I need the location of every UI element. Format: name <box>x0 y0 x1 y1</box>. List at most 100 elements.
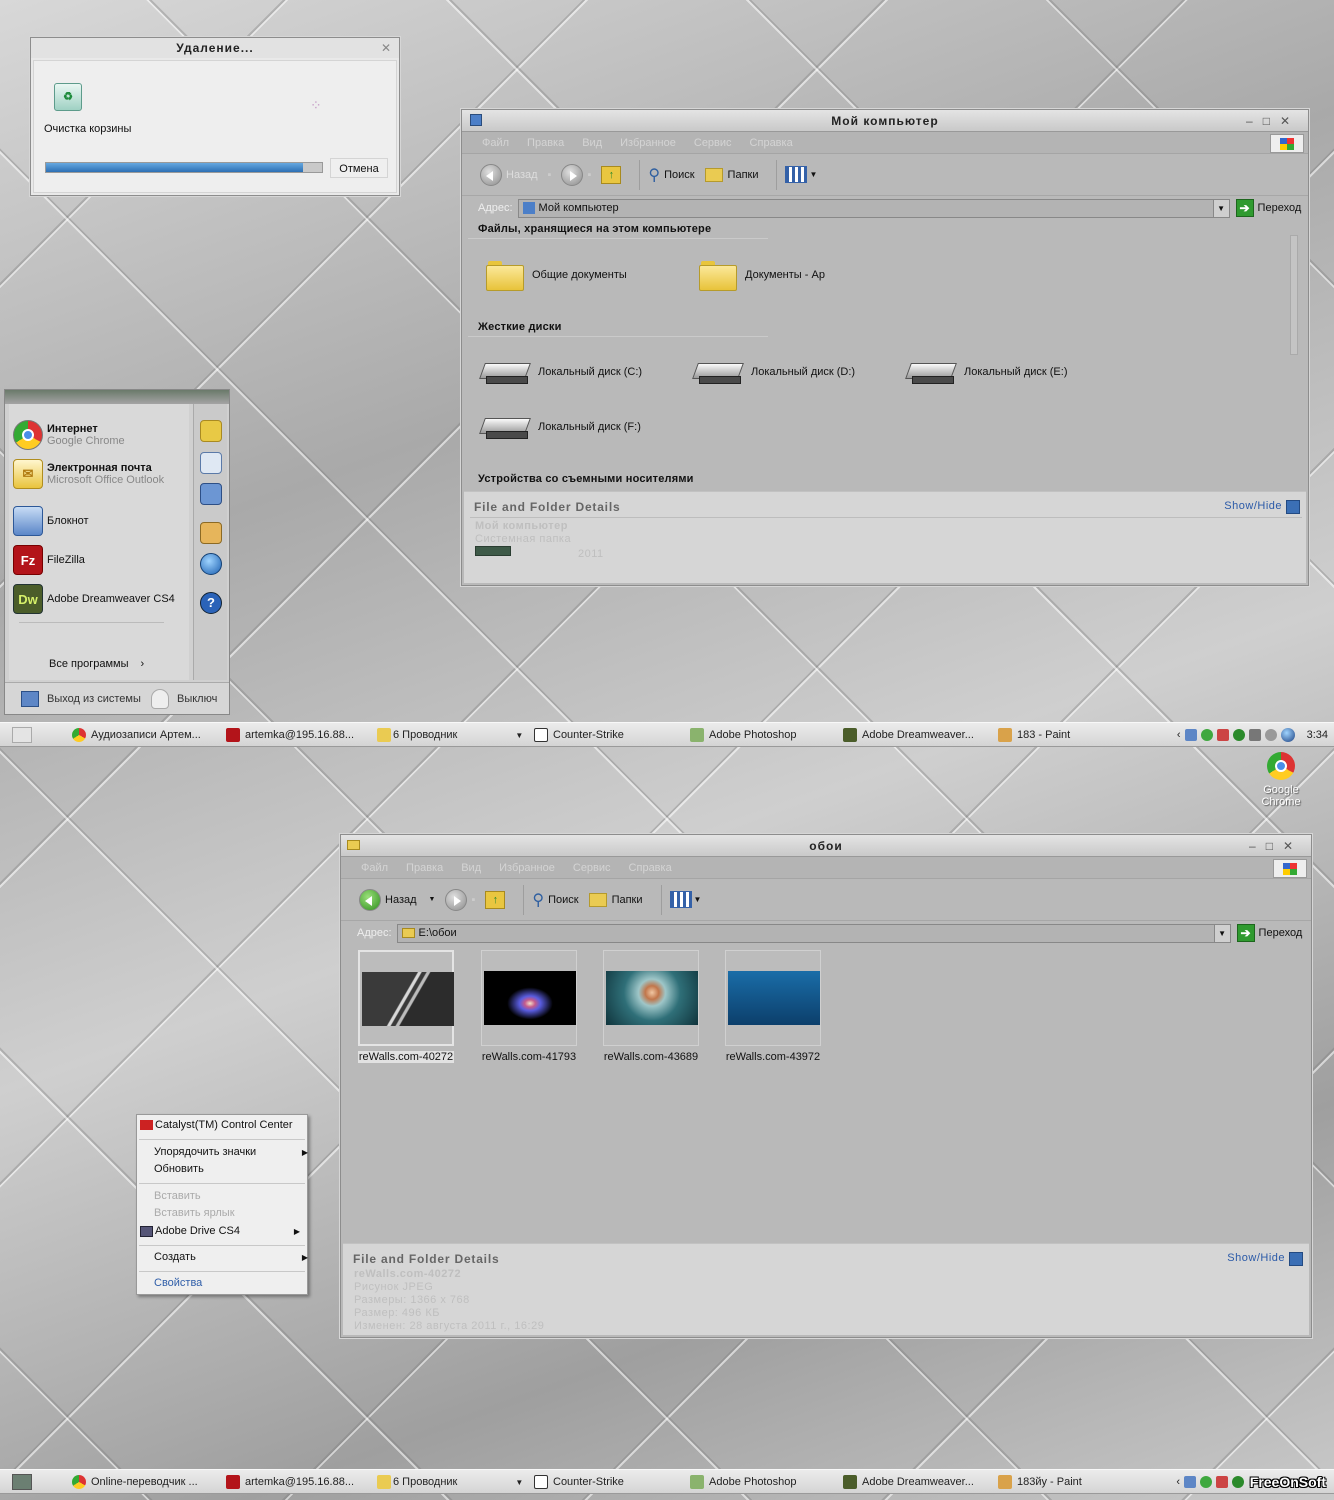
disk-f[interactable]: Локальный диск (F:) <box>482 416 641 439</box>
documents-ap-folder[interactable]: Документы - Ap <box>699 261 825 291</box>
scrollbar[interactable] <box>1290 225 1300 465</box>
search-button[interactable]: ⚲ Поиск <box>648 165 694 185</box>
icq-tray-icon[interactable] <box>1200 1476 1212 1488</box>
taskbar-item[interactable]: artemka@195.16.88... <box>226 723 354 747</box>
disk-e[interactable]: Локальный диск (E:) <box>908 361 1068 384</box>
menu-item-create[interactable]: Создать ▶ <box>154 1251 308 1263</box>
taskbar-item[interactable]: artemka@195.16.88... <box>226 1470 354 1494</box>
disk-c[interactable]: Локальный диск (C:) <box>482 361 642 384</box>
clock[interactable]: 3:34 <box>1307 729 1328 741</box>
menu-tools[interactable]: Сервис <box>694 137 732 149</box>
taskbar-item[interactable]: Adobe Dreamweaver... <box>843 1470 974 1494</box>
pictures-icon[interactable] <box>200 452 222 474</box>
thumbnail-item[interactable] <box>358 950 454 1046</box>
back-button[interactable]: Назад ▪ <box>480 163 551 186</box>
taskbar-item[interactable]: Adobe Dreamweaver... <box>843 723 974 747</box>
start-item-internet[interactable]: Интернет Google Chrome <box>13 420 125 450</box>
start-item-filezilla[interactable]: Fz FileZilla <box>13 545 85 575</box>
menu-favorites[interactable]: Избранное <box>499 862 555 874</box>
menu-item-properties[interactable]: Свойства <box>154 1277 202 1289</box>
control-panel-icon[interactable] <box>200 522 222 544</box>
up-folder-button[interactable]: ↑ <box>485 890 506 909</box>
address-field[interactable]: E:\обои ▼ <box>396 923 1231 943</box>
cancel-button[interactable]: Отмена <box>330 158 388 178</box>
taskbar-item[interactable]: 6 Проводник ▼ <box>377 723 523 747</box>
menu-item-adobe-drive[interactable]: Adobe Drive CS4 ▶ <box>140 1225 304 1237</box>
start-item-dreamweaver[interactable]: Dw Adobe Dreamweaver CS4 <box>13 584 175 614</box>
shared-documents-folder[interactable]: Общие документы <box>486 261 627 291</box>
menu-view[interactable]: Вид <box>461 862 481 874</box>
menu-help[interactable]: Справка <box>629 862 672 874</box>
back-button[interactable]: Назад ▼ <box>359 888 435 911</box>
utorrent-tray-icon[interactable] <box>1232 729 1245 741</box>
forward-button[interactable]: ▪ <box>561 163 591 186</box>
address-dropdown-icon[interactable]: ▼ <box>1212 199 1229 217</box>
taskbar-item[interactable]: Adobe Photoshop <box>690 723 796 747</box>
pin-tray-icon[interactable] <box>1216 729 1229 741</box>
forward-button[interactable]: ▪ <box>445 888 475 911</box>
help-icon[interactable]: ? <box>200 592 222 614</box>
my-computer-icon[interactable] <box>200 483 222 505</box>
utorrent-tray-icon[interactable] <box>1232 1476 1244 1488</box>
go-button[interactable]: ➔ Переход <box>1236 924 1302 942</box>
go-button[interactable]: ➔ Переход <box>1235 199 1301 217</box>
show-hide-button[interactable]: Show/Hide <box>1227 1252 1303 1266</box>
thumbnail-label[interactable]: reWalls.com-43689 <box>603 1051 699 1063</box>
network-tray-icon[interactable] <box>1184 729 1197 741</box>
menu-view[interactable]: Вид <box>582 137 602 149</box>
pin-tray-icon[interactable] <box>1216 1476 1228 1488</box>
taskbar-item[interactable]: Аудиозаписи Артем... <box>72 723 201 747</box>
thumbnail-item[interactable] <box>603 950 699 1046</box>
menu-favorites[interactable]: Избранное <box>620 137 676 149</box>
taskbar-item[interactable]: Online-переводчик ... <box>72 1470 198 1494</box>
folders-button[interactable]: Папки <box>588 892 643 907</box>
menu-item-arrange[interactable]: Упорядочить значки ▶ <box>154 1146 308 1158</box>
star-tray-icon[interactable] <box>1248 729 1261 741</box>
thumbnail-item[interactable] <box>725 950 821 1046</box>
menu-item-catalyst[interactable]: Catalyst(TM) Control Center <box>140 1119 293 1131</box>
folders-button[interactable]: Папки <box>704 167 758 182</box>
thumbnail-label[interactable]: reWalls.com-41793 <box>481 1051 577 1063</box>
menu-tools[interactable]: Сервис <box>573 862 611 874</box>
up-folder-button[interactable]: ↑ <box>601 165 622 184</box>
search-button[interactable]: ⚲ Поиск <box>532 890 578 910</box>
chevron-left-icon[interactable]: ‹ <box>1176 1476 1180 1488</box>
thumbnail-label[interactable]: reWalls.com-43972 <box>725 1051 821 1063</box>
views-button[interactable]: ▼ <box>669 891 701 908</box>
start-button[interactable] <box>12 723 32 747</box>
menu-edit[interactable]: Правка <box>527 137 564 149</box>
start-item-notepad[interactable]: Блокнот <box>13 506 89 536</box>
menu-edit[interactable]: Правка <box>406 862 443 874</box>
start-button[interactable] <box>12 1470 32 1494</box>
globe-tray-icon[interactable] <box>1280 728 1295 742</box>
taskbar-item[interactable]: Counter-Strike <box>534 723 624 747</box>
menu-item-refresh[interactable]: Обновить <box>154 1163 204 1175</box>
icq-tray-icon[interactable] <box>1200 729 1213 741</box>
taskbar-item[interactable]: 183йу - Paint <box>998 1470 1082 1494</box>
taskbar-item[interactable]: Adobe Photoshop <box>690 1470 796 1494</box>
window-controls[interactable]: –□✕ <box>1249 835 1303 857</box>
thumbnail-item[interactable] <box>481 950 577 1046</box>
views-button[interactable]: ▼ <box>785 166 817 183</box>
close-icon[interactable]: ✕ <box>381 38 391 58</box>
taskbar-item[interactable]: 183 - Paint <box>998 723 1070 747</box>
show-hide-button[interactable]: Show/Hide <box>1224 500 1300 514</box>
logout-button[interactable]: Выход из системы <box>21 691 141 707</box>
menu-help[interactable]: Справка <box>750 137 793 149</box>
shutdown-button[interactable]: Выключ <box>151 689 217 709</box>
thumbnail-label[interactable]: reWalls.com-40272 <box>358 1051 454 1063</box>
menu-file[interactable]: Файл <box>482 137 509 149</box>
all-programs-button[interactable]: Все программы › <box>49 658 144 670</box>
taskbar-item[interactable]: Counter-Strike <box>534 1470 624 1494</box>
address-dropdown-icon[interactable]: ▼ <box>1213 924 1230 942</box>
taskbar-item[interactable]: 6 Проводник ▼ <box>377 1470 523 1494</box>
window-controls[interactable]: –□✕ <box>1246 110 1300 132</box>
disk-d[interactable]: Локальный диск (D:) <box>695 361 855 384</box>
address-field[interactable]: Мой компьютер ▼ <box>517 198 1230 218</box>
start-item-email[interactable]: ✉ Электронная почта Microsoft Office Outl… <box>13 459 164 489</box>
documents-icon[interactable] <box>200 420 222 442</box>
chevron-left-icon[interactable]: ‹ <box>1177 729 1181 741</box>
network-tray-icon[interactable] <box>1184 1476 1196 1488</box>
scrollbar-thumb[interactable] <box>1290 235 1298 355</box>
desktop-shortcut-chrome[interactable]: Google Chrome <box>1256 752 1306 808</box>
